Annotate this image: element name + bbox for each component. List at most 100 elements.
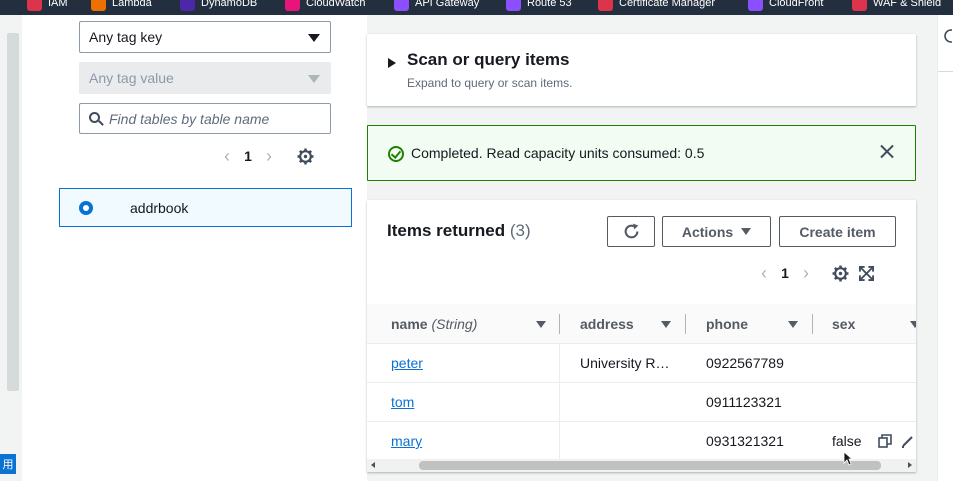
certificate-manager-icon: [598, 0, 613, 11]
tag-key-select[interactable]: Any tag key: [79, 21, 331, 53]
column-resizer[interactable]: [559, 314, 560, 334]
tables-panel: Any tag key Any tag value ‹ 1 › addrbook: [22, 15, 367, 481]
favorite-label: Lambda: [112, 0, 152, 9]
refresh-icon: [624, 223, 638, 239]
scan-query-panel[interactable]: Scan or query items Expand to query or s…: [367, 34, 916, 106]
items-returned-panel: Items returned (3) Actions Create item ‹…: [367, 200, 916, 472]
scroll-left-icon[interactable]: [371, 462, 375, 468]
column-name-label: name: [391, 316, 428, 332]
tag-value-select: Any tag value: [79, 62, 331, 94]
tag-key-value: Any tag key: [89, 29, 163, 45]
table-search[interactable]: [79, 103, 331, 134]
cloudwatch-icon: [285, 0, 300, 11]
scan-title: Scan or query items: [407, 50, 570, 69]
favorite-waf-shield[interactable]: WAF & Shield: [852, 0, 941, 11]
item-phone: 0931321321: [706, 433, 784, 449]
column-header-sex[interactable]: sex: [832, 316, 855, 332]
item-name-link[interactable]: tom: [391, 394, 414, 410]
left-gutter: [0, 15, 22, 481]
column-type-label: (String): [431, 316, 478, 332]
column-resizer[interactable]: [812, 314, 813, 334]
table-search-input[interactable]: [109, 110, 319, 127]
right-edge-panel: [937, 15, 953, 481]
favorite-label: API Gateway: [415, 0, 480, 9]
favorite-dynamodb[interactable]: DynamoDB: [180, 0, 257, 11]
info-icon[interactable]: [942, 29, 952, 43]
item-phone: 0911123321: [706, 394, 782, 410]
items-count: (3): [509, 221, 531, 240]
table-row: mary 0931321321 false: [367, 422, 916, 461]
next-page-icon[interactable]: ›: [795, 262, 817, 284]
favorite-label: CloudFront: [769, 0, 824, 9]
edit-icon[interactable]: [901, 434, 915, 453]
favorite-label: IAM: [48, 0, 68, 9]
table-radio[interactable]: [79, 201, 93, 215]
flash-message: Completed. Read capacity units consumed:…: [411, 145, 705, 161]
current-page[interactable]: 1: [238, 148, 258, 164]
favorite-certificate-manager[interactable]: Certificate Manager: [598, 0, 715, 11]
dynamodb-icon: [180, 0, 195, 11]
items-title-text: Items returned: [387, 221, 506, 240]
favorite-label: CloudWatch: [306, 0, 366, 9]
current-page[interactable]: 1: [775, 265, 795, 281]
tag-value-value: Any tag value: [89, 70, 174, 86]
caret-down-icon: [308, 34, 320, 42]
refresh-button[interactable]: [607, 216, 655, 247]
check-circle-icon: [388, 146, 404, 162]
gear-icon[interactable]: [294, 145, 316, 167]
favorite-label: WAF & Shield: [873, 0, 942, 9]
actions-label: Actions: [681, 223, 734, 240]
fullscreen-icon[interactable]: [855, 262, 877, 284]
sort-icon[interactable]: [661, 321, 671, 328]
gear-icon[interactable]: [829, 262, 851, 284]
sort-icon[interactable]: [910, 321, 916, 328]
iam-icon: [27, 0, 42, 11]
sort-icon[interactable]: [788, 321, 798, 328]
column-header-phone[interactable]: phone: [706, 316, 748, 332]
table-name: addrbook: [130, 200, 189, 216]
previous-page-icon[interactable]: ‹: [753, 262, 775, 284]
caret-down-icon: [741, 228, 752, 235]
table-item-addrbook[interactable]: addrbook: [59, 188, 352, 227]
item-address: University R…: [580, 355, 670, 371]
item-name-link[interactable]: mary: [391, 433, 422, 449]
actions-button[interactable]: Actions: [662, 216, 771, 247]
ime-mode: 用: [0, 454, 16, 474]
item-sex: false: [832, 433, 862, 449]
favorite-iam[interactable]: IAM: [27, 0, 68, 11]
favorite-route53[interactable]: Route 53: [506, 0, 572, 11]
copy-icon[interactable]: [878, 434, 892, 453]
items-pagination: ‹ 1 ›: [753, 262, 877, 284]
favorite-cloudwatch[interactable]: CloudWatch: [285, 0, 366, 11]
route53-icon: [506, 0, 521, 11]
horizontal-scrollbar[interactable]: [367, 459, 916, 472]
favorite-label: Route 53: [527, 0, 572, 9]
column-resizer[interactable]: [685, 314, 686, 334]
close-icon[interactable]: [877, 142, 897, 162]
favorite-api-gateway[interactable]: API Gateway: [394, 0, 479, 11]
vertical-scrollbar[interactable]: [7, 33, 19, 391]
column-header-address[interactable]: address: [580, 316, 634, 332]
search-icon: [89, 111, 104, 126]
divider: [938, 71, 953, 72]
item-name-link[interactable]: peter: [391, 355, 423, 371]
caret-right-icon: [388, 58, 396, 68]
next-page-icon[interactable]: ›: [258, 145, 280, 167]
sort-icon[interactable]: [536, 321, 546, 328]
scan-subtitle: Expand to query or scan items.: [407, 76, 573, 90]
scrollbar-thumb[interactable]: [419, 461, 881, 470]
cloudfront-icon: [748, 0, 763, 11]
favorite-label: DynamoDB: [201, 0, 258, 9]
table-row: tom 0911123321: [367, 383, 916, 422]
api-gateway-icon: [394, 0, 409, 11]
previous-page-icon[interactable]: ‹: [216, 145, 238, 167]
favorite-lambda[interactable]: Lambda: [91, 0, 152, 11]
create-item-label: Create item: [799, 223, 876, 240]
scroll-right-icon[interactable]: [908, 462, 912, 468]
item-phone: 0922567789: [706, 355, 784, 371]
column-header-name[interactable]: name (String): [391, 316, 477, 332]
favorite-label: Certificate Manager: [619, 0, 715, 9]
create-item-button[interactable]: Create item: [779, 216, 896, 247]
favorite-cloudfront[interactable]: CloudFront: [748, 0, 823, 11]
items-title: Items returned (3): [387, 221, 531, 241]
